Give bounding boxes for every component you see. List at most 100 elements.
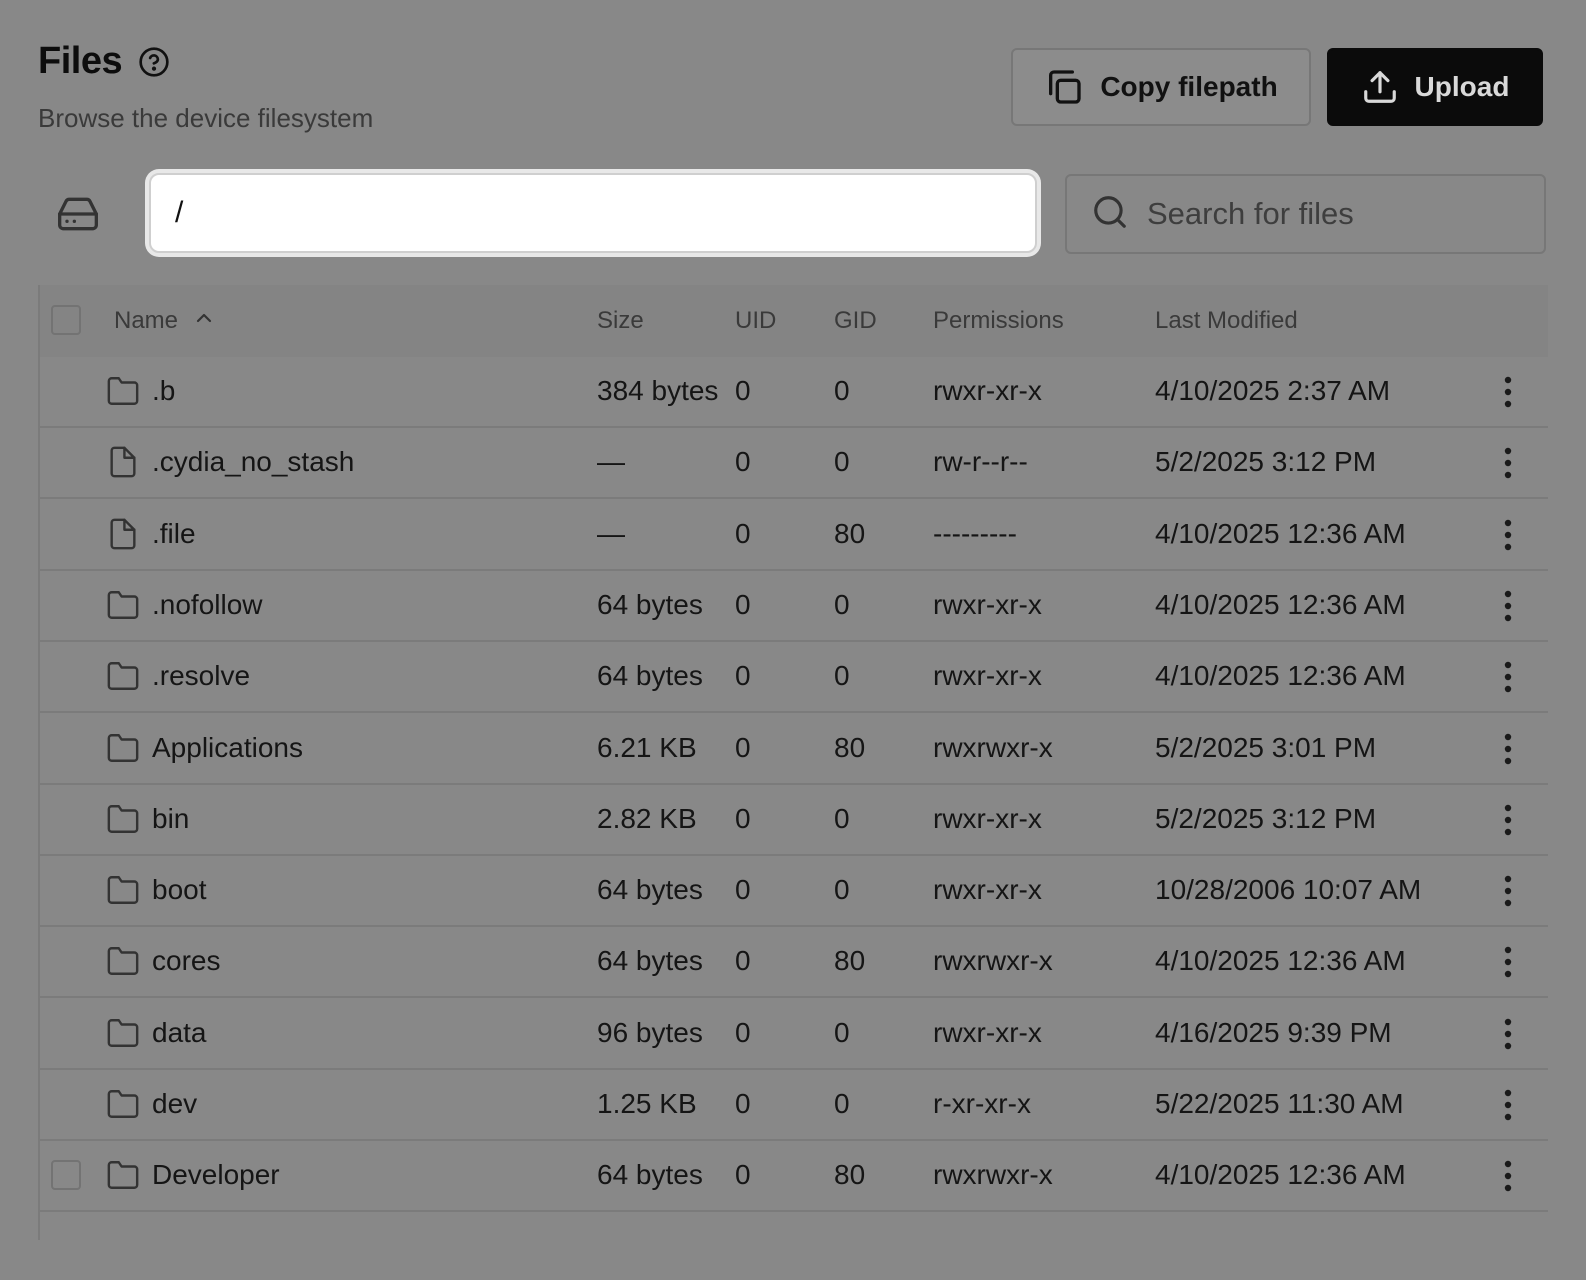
select-all-checkbox[interactable] xyxy=(51,305,81,335)
file-name-cell[interactable]: .cydia_no_stash xyxy=(106,427,354,497)
search-box[interactable] xyxy=(1065,174,1546,254)
file-uid: 0 xyxy=(735,375,751,406)
file-name-cell[interactable]: bin xyxy=(106,784,189,854)
file-size: 96 bytes xyxy=(597,1016,703,1048)
file-gid: 0 xyxy=(834,660,850,692)
page-header: Files Browse the device filesystem xyxy=(38,40,373,134)
table-row[interactable]: dev 1.25 KB 0 0 r-xr-xr-x 5/22/2025 11:30 AM xyxy=(40,1069,1548,1141)
file-last-modified: 4/10/2025 12:36 AM xyxy=(1155,517,1406,549)
file-size: — xyxy=(597,446,625,478)
file-uid: 0 xyxy=(735,874,751,906)
page-title: Files xyxy=(38,40,123,82)
file-gid: 0 xyxy=(834,1088,850,1119)
more-vertical-icon[interactable] xyxy=(1496,518,1520,552)
folder-icon xyxy=(106,1016,140,1050)
file-permissions: rwxr-xr-x xyxy=(933,660,1042,692)
table-row[interactable]: Applications 6.21 KB 0 80 rwxrwxr-x 5/2/2025 … xyxy=(40,713,1548,785)
folder-icon xyxy=(106,731,140,765)
file-size: 384 bytes xyxy=(597,375,719,406)
file-last-modified: 4/10/2025 12:36 AM xyxy=(1155,660,1406,692)
table-row[interactable]: .file — 0 80 --------- 4/10/2025 12:36 AM xyxy=(40,499,1548,571)
folder-icon xyxy=(106,659,140,693)
table-row[interactable]: .resolve 64 bytes 0 0 rwxr-xr-x 4/10/2025 12:… xyxy=(40,641,1548,714)
folder-icon xyxy=(106,374,140,408)
table-row[interactable]: boot 64 bytes 0 0 rwxr-xr-x 10/28/2006 10:07 … xyxy=(40,855,1548,928)
more-vertical-icon[interactable] xyxy=(1496,589,1520,623)
file-name: Applications xyxy=(152,731,303,763)
more-vertical-icon[interactable] xyxy=(1496,1088,1520,1122)
file-uid: 0 xyxy=(735,660,751,692)
folder-icon xyxy=(106,1087,140,1121)
file-permissions: rwxrwxr-x xyxy=(933,731,1053,763)
file-name: .b xyxy=(152,375,176,406)
file-name-cell[interactable]: dev xyxy=(106,1069,197,1139)
file-name-cell[interactable]: .file xyxy=(106,499,196,569)
table-row[interactable]: data 96 bytes 0 0 rwxr-xr-x 4/16/2025 9:39 PM xyxy=(40,998,1548,1070)
more-vertical-icon[interactable] xyxy=(1496,660,1520,694)
file-name-cell[interactable]: Developer xyxy=(106,1140,280,1210)
file-gid: 0 xyxy=(834,446,850,478)
column-header-uid[interactable]: UID xyxy=(735,285,776,357)
file-name-cell[interactable]: Applications xyxy=(106,713,303,783)
file-last-modified: 4/10/2025 12:36 AM xyxy=(1155,588,1406,620)
file-gid: 0 xyxy=(834,1016,850,1048)
file-name: Developer xyxy=(152,1159,280,1191)
file-permissions: --------- xyxy=(933,517,1017,549)
file-permissions: rwxr-xr-x xyxy=(933,1016,1042,1048)
file-name: bin xyxy=(152,802,190,834)
file-name-cell[interactable]: .b xyxy=(106,356,175,426)
page-subtitle: Browse the device filesystem xyxy=(38,103,374,133)
file-uid: 0 xyxy=(735,517,751,549)
table-row[interactable]: Developer 64 bytes 0 80 rwxrwxr-x 4/10/2025 1… xyxy=(40,1140,1548,1213)
title-row: Files xyxy=(38,40,373,83)
file-name-cell[interactable]: cores xyxy=(106,926,220,996)
more-vertical-icon[interactable] xyxy=(1496,945,1520,979)
table-row[interactable]: bin 2.82 KB 0 0 rwxr-xr-x 5/2/2025 3:12 PM xyxy=(40,784,1548,856)
path-input[interactable] xyxy=(149,173,1037,253)
file-name-cell[interactable]: data xyxy=(106,998,207,1068)
file-last-modified: 5/2/2025 3:12 PM xyxy=(1155,446,1377,478)
copy-filepath-button[interactable]: Copy filepath xyxy=(1011,48,1311,126)
file-size: 64 bytes xyxy=(597,588,703,620)
more-vertical-icon[interactable] xyxy=(1496,1159,1520,1193)
file-name-cell[interactable]: boot xyxy=(106,855,207,925)
file-name-cell[interactable]: .resolve xyxy=(106,641,250,711)
column-header-permissions[interactable]: Permissions xyxy=(933,285,1064,357)
file-icon xyxy=(106,445,140,479)
file-gid: 80 xyxy=(834,517,866,549)
table-row[interactable]: .b 384 bytes 0 0 rwxr-xr-x 4/10/2025 2:37 AM xyxy=(40,356,1548,428)
file-uid: 0 xyxy=(735,1016,751,1048)
column-header-last-modified[interactable]: Last Modified xyxy=(1155,285,1298,357)
column-header-gid[interactable]: GID xyxy=(834,285,877,357)
search-input[interactable] xyxy=(1145,195,1529,233)
upload-button[interactable]: Upload xyxy=(1327,48,1543,126)
more-vertical-icon[interactable] xyxy=(1496,375,1520,409)
file-last-modified: 4/10/2025 2:37 AM xyxy=(1155,375,1391,406)
help-circle-icon[interactable] xyxy=(138,46,170,78)
file-gid: 80 xyxy=(834,945,866,977)
row-checkbox[interactable] xyxy=(51,1160,81,1191)
upload-icon xyxy=(1361,68,1399,106)
more-vertical-icon[interactable] xyxy=(1496,732,1520,766)
column-header-size[interactable]: Size xyxy=(597,285,644,357)
file-permissions: r-xr-xr-x xyxy=(933,1088,1031,1119)
file-size: 1.25 KB xyxy=(597,1088,697,1119)
folder-icon xyxy=(106,588,140,622)
more-vertical-icon[interactable] xyxy=(1496,874,1520,908)
table-row[interactable]: cores 64 bytes 0 80 rwxrwxr-x 4/10/2025 12:36… xyxy=(40,926,1548,999)
file-permissions: rw-r--r-- xyxy=(933,446,1028,478)
file-name: boot xyxy=(152,874,207,906)
table-row[interactable]: .cydia_no_stash — 0 0 rw-r--r-- 5/2/2025 3:12… xyxy=(40,427,1548,500)
file-name-cell[interactable]: .nofollow xyxy=(106,570,263,640)
file-gid: 0 xyxy=(834,874,850,906)
file-gid: 80 xyxy=(834,1159,866,1191)
hard-drive-icon[interactable] xyxy=(56,192,100,236)
folder-icon xyxy=(106,944,140,978)
more-vertical-icon[interactable] xyxy=(1496,803,1520,837)
more-vertical-icon[interactable] xyxy=(1496,446,1520,480)
file-name: dev xyxy=(152,1088,198,1119)
table-row[interactable]: .nofollow 64 bytes 0 0 rwxr-xr-x 4/10/2025 12… xyxy=(40,570,1548,642)
file-icon xyxy=(106,517,140,551)
column-header-name[interactable]: Name xyxy=(114,285,216,357)
more-vertical-icon[interactable] xyxy=(1496,1017,1520,1051)
